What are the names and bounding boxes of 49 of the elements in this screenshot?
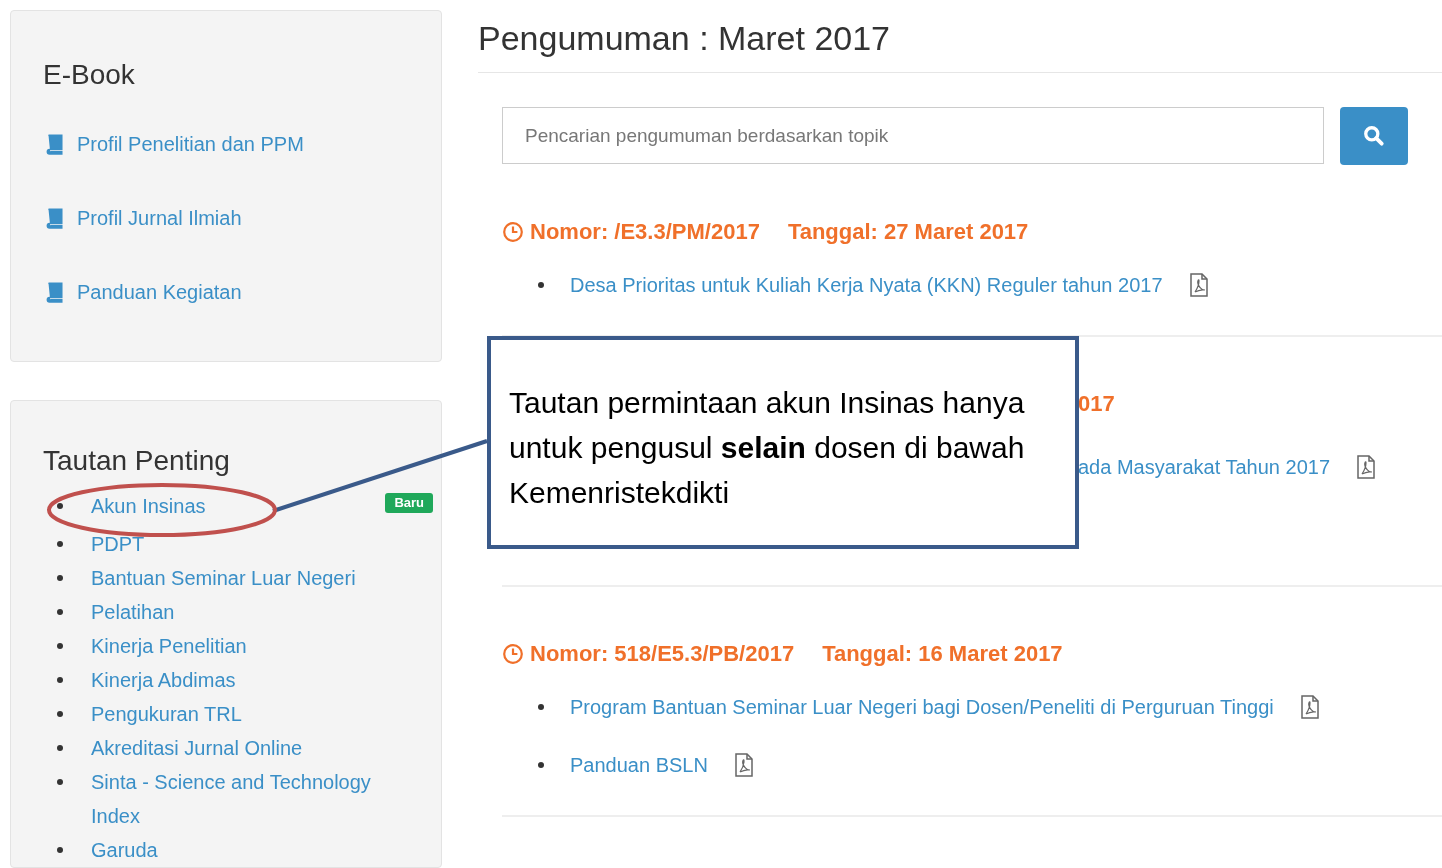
document-link[interactable]: Desa Prioritas untuk Kuliah Kerja Nyata (KKN) Reguler tahun 2017 [570,273,1163,297]
bullet-icon [57,779,63,785]
bullet-icon [538,704,544,710]
important-link[interactable]: Bantuan Seminar Luar Negeri [91,561,356,595]
page-title: Pengumuman : Maret 2017 [478,18,892,59]
bullet-icon [57,711,63,717]
clock-icon [502,643,524,665]
bullet-icon [57,541,63,547]
pdf-icon[interactable] [1299,695,1320,719]
bullet-icon [57,609,63,615]
announcement-date: Tanggal: 27 Maret 2017 [787,219,1029,245]
pdf-icon[interactable] [733,753,754,777]
panel-title: E-Book [43,59,135,91]
clock-icon [502,221,524,243]
bullet-icon [538,762,544,768]
document-link[interactable]: Program Bantuan Seminar Luar Negeri bagi Dosen/Peneliti di Perguruan Tinggi [570,695,1274,719]
search-field[interactable]: Pencarian pengumuman berdasarkan topik [502,107,1324,164]
ebook-link[interactable]: Profil Penelitian dan PPM [77,132,304,156]
important-link[interactable]: Kinerja Abdimas [91,663,236,697]
announcement-date: Tanggal: 16 Maret 2017 [822,641,1063,667]
announcement-number: Nomor: 518/E5.3/PB/2017 [530,641,795,667]
callout-text: Tautan permintaan akun Insinas hanya untuk pengusul selain dosen di bawah Kemenristekdikti [509,385,1026,511]
important-link[interactable]: Sinta - Science and Technology Index [91,765,401,833]
bullet-icon [57,745,63,751]
important-link[interactable]: Akreditasi Jurnal Online [91,731,303,765]
bullet-icon [538,282,544,288]
announcement-number: 017 [1078,391,1115,417]
search-button[interactable] [1340,107,1408,165]
important-link[interactable]: Kinerja Penelitian [91,629,247,663]
important-link[interactable]: Garuda [91,833,158,867]
pdf-icon[interactable] [1356,455,1377,479]
important-link[interactable]: Pelatihan [91,595,175,629]
search-icon [1363,125,1385,147]
bullet-icon [57,643,63,649]
important-link[interactable]: PDPT [91,527,145,561]
bullet-icon [57,677,63,683]
pdf-icon[interactable] [1188,273,1209,297]
bullet-icon [57,575,63,581]
document-link[interactable]: ada Masyarakat Tahun 2017 [1078,455,1331,479]
bullet-icon [57,503,63,509]
important-link[interactable]: Pengukuran TRL [91,697,242,731]
panel-title: Tautan Penting [43,445,230,477]
document-link[interactable]: Panduan BSLN [570,753,708,777]
important-link[interactable]: Akun Insinas [91,489,206,523]
ebook-link[interactable]: Panduan Kegiatan [77,280,242,304]
ebook-link[interactable]: Profil Jurnal Ilmiah [77,206,242,230]
new-badge: Baru [385,493,433,513]
bullet-icon [57,847,63,853]
announcement-number: Nomor: /E3.3/PM/2017 [530,219,760,245]
